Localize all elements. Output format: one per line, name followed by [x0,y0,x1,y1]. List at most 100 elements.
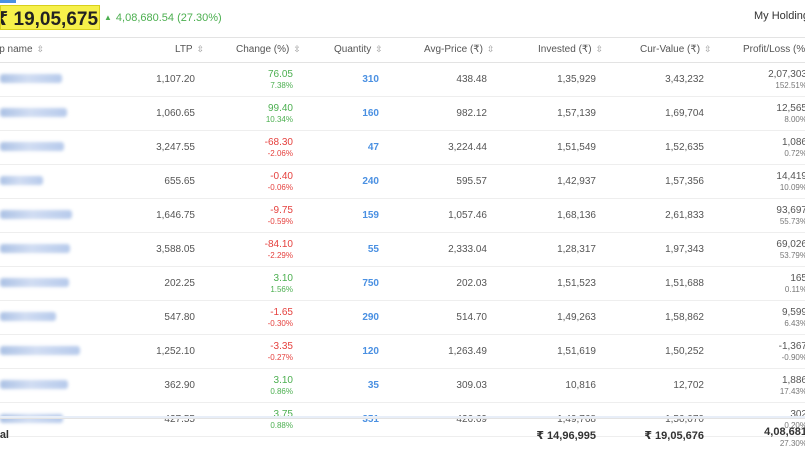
sort-arrows-icon: ⇳ [595,44,604,54]
holdings-table: Scrip name⇳ LTP⇳ Change (%)⇳ Quantity⇳ A… [0,37,805,437]
cell-quantity[interactable]: 120 [362,346,379,357]
cell-change: -9.75 -0.59% [268,205,293,226]
cell-invested: 1,42,937 [557,176,596,187]
cell-profit-loss: 165 0.11% [785,273,805,294]
cell-avg-price: 982.12 [456,108,487,119]
change-value: 3.10 [273,273,293,284]
table-footer-totals: Total ₹ 14,96,995 ₹ 19,05,676 4,08,681 2… [0,418,805,453]
cell-quantity[interactable]: 310 [362,74,379,85]
scrip-name-redacted[interactable] [0,278,69,287]
table-row[interactable]: 362.90 3.10 0.86% 35 309.03 10,816 12,702 1,886… [0,369,805,403]
profit-loss-percent: 0.11% [784,285,805,294]
scrip-name-redacted[interactable] [0,312,56,321]
table-row[interactable]: 547.80 -1.65 -0.30% 290 514.70 1,49,263 1,58,8… [0,301,805,335]
table-row[interactable]: 202.25 3.10 1.56% 750 202.03 1,51,523 1,51,688… [0,267,805,301]
change-percent: 0.86% [270,387,293,396]
cell-quantity[interactable]: 159 [362,210,379,221]
scrip-name-redacted[interactable] [0,176,43,185]
cell-quantity[interactable]: 47 [368,142,379,153]
col-header-cur-value[interactable]: Cur-Value (₹) ⇳ [640,44,712,55]
cell-avg-price: 3,224.44 [448,142,487,153]
table-row[interactable]: 1,252.10 -3.35 -0.27% 120 1,263.49 1,51,619 1,… [0,335,805,369]
cell-invested: 10,816 [565,380,596,391]
cell-avg-price: 1,057.46 [448,210,487,221]
cell-cur-value: 1,52,635 [665,142,704,153]
profit-loss-percent: 10.09% [779,183,805,192]
scrip-name-redacted[interactable] [0,346,80,355]
profit-loss-value: 14,419 [776,171,805,182]
cell-profit-loss: 9,599 6.43% [782,307,805,328]
cell-cur-value: 1,97,343 [665,244,704,255]
cell-invested: 1,51,549 [557,142,596,153]
footer-pl-value: 4,08,681 [764,426,805,438]
profit-loss-percent: 0.72% [784,149,805,158]
cell-cur-value: 1,51,688 [665,278,704,289]
profit-loss-percent: 152.51% [775,81,805,90]
cell-cur-value: 2,61,833 [665,210,704,221]
my-holdings-tab[interactable]: My Holdings [754,10,805,22]
cell-quantity[interactable]: 240 [362,176,379,187]
scrip-name-redacted[interactable] [0,74,62,83]
col-header-change[interactable]: Change (%) ⇳ [236,44,301,55]
col-header-avg-price[interactable]: Avg-Price (₹) ⇳ [424,44,495,55]
sort-arrows-icon: ⇳ [196,44,205,54]
cell-cur-value: 1,50,252 [665,346,704,357]
cell-invested: 1,68,136 [557,210,596,221]
scrip-name-redacted[interactable] [0,210,72,219]
table-row[interactable]: 655.65 -0.40 -0.06% 240 595.57 1,42,937 1,57,3… [0,165,805,199]
cell-change: -84.10 -2.29% [265,239,293,260]
profit-loss-value: 1,086 [781,137,805,148]
cell-avg-price: 2,333.04 [448,244,487,255]
cell-profit-loss: 69,026 53.79% [776,239,805,260]
profit-loss-percent: -0.90% [781,353,805,362]
cell-cur-value: 3,43,232 [665,74,704,85]
cell-change: 3.10 1.56% [270,273,293,294]
col-header-quantity[interactable]: Quantity ⇳ [334,44,383,55]
cell-quantity[interactable]: 55 [368,244,379,255]
col-header-profit-loss[interactable]: Profit/Loss (%)⇳ [743,44,805,55]
scrip-name-redacted[interactable] [0,380,68,389]
sort-arrows-icon: ⇳ [486,44,495,54]
cell-invested: 1,49,263 [557,312,596,323]
table-row[interactable]: 1,646.75 -9.75 -0.59% 159 1,057.46 1,68,136 2,… [0,199,805,233]
footer-profit-loss: 4,08,681 27.30% [764,426,805,448]
cell-profit-loss: 1,086 0.72% [782,137,805,158]
cell-ltp: 1,252.10 [156,346,195,357]
table-row[interactable]: 3,588.05 -84.10 -2.29% 55 2,333.04 1,28,317 1,… [0,233,805,267]
scrip-name-redacted[interactable] [0,108,67,117]
total-gain: ▲ 4,08,680.54 (27.30%) [104,12,222,24]
table-row[interactable]: 3,247.55 -68.30 -2.06% 47 3,224.44 1,51,549 1,… [0,131,805,165]
cell-avg-price: 202.03 [456,278,487,289]
cell-ltp: 202.25 [164,278,195,289]
table-row[interactable]: 1,060.65 99.40 10.34% 160 982.12 1,57,139 1,69… [0,97,805,131]
change-value: 3.10 [273,375,293,386]
cell-change: 99.40 10.34% [266,103,293,124]
table-row[interactable]: 1,107.20 76.05 7.38% 310 438.48 1,35,929 3,43,… [0,63,805,97]
cell-ltp: 1,646.75 [156,210,195,221]
cell-quantity[interactable]: 290 [362,312,379,323]
change-value: -9.75 [270,205,293,216]
cell-invested: 1,51,619 [557,346,596,357]
cell-quantity[interactable]: 750 [362,278,379,289]
col-header-name[interactable]: Scrip name⇳ [0,44,44,55]
col-header-ltp[interactable]: LTP ⇳ [175,44,204,55]
cell-quantity[interactable]: 160 [362,108,379,119]
cell-ltp: 362.90 [164,380,195,391]
change-percent: -0.30% [267,319,293,328]
cell-quantity[interactable]: 35 [368,380,379,391]
cell-ltp: 3,588.05 [156,244,195,255]
change-percent: -0.06% [267,183,293,192]
scrip-name-redacted[interactable] [0,244,70,253]
profit-loss-value: 69,026 [776,239,805,250]
cell-change: 76.05 7.38% [268,69,293,90]
sort-arrows-icon: ⇳ [375,44,383,54]
change-percent: -2.29% [267,251,293,260]
change-percent: -0.59% [267,217,293,226]
change-percent: 10.34% [265,115,293,124]
scrip-name-redacted[interactable] [0,142,64,151]
cell-profit-loss: 2,07,303 152.51% [768,69,805,90]
change-value: 99.40 [267,103,293,114]
profit-loss-percent: 6.43% [784,319,805,328]
cell-profit-loss: 1,886 17.43% [780,375,805,396]
col-header-invested[interactable]: Invested (₹) ⇳ [538,44,603,55]
